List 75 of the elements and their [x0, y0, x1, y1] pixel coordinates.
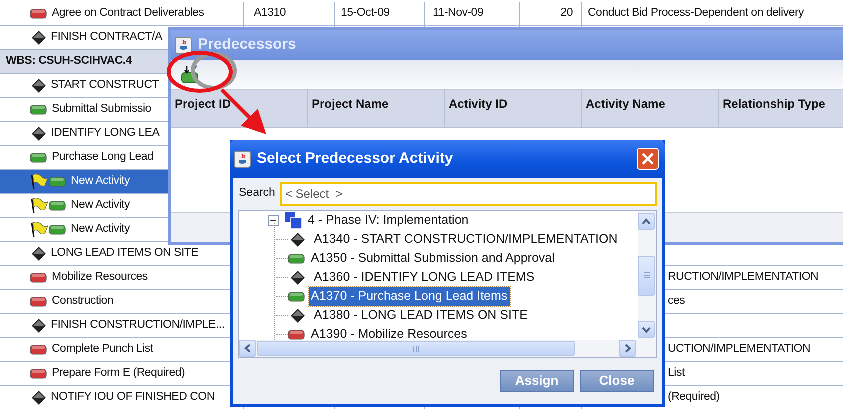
table-cell-text: 15-Oct-09 — [341, 6, 390, 21]
table-cell-text: 20 — [560, 6, 573, 21]
chevron-right-icon — [622, 343, 632, 354]
column-header[interactable]: Relationship Type — [719, 90, 843, 127]
grip-icon — [412, 344, 420, 354]
arrow — [220, 88, 266, 134]
scroll-down-button[interactable] — [638, 321, 655, 338]
milestone-diamond-icon — [291, 308, 305, 322]
milestone-diamond-icon — [32, 126, 46, 140]
column-header[interactable]: Activity Name — [582, 90, 719, 127]
scroll-left-button[interactable] — [239, 340, 256, 357]
search-label: Search — [239, 186, 276, 202]
highlight-ellipse — [167, 51, 237, 93]
window-title: Select Predecessor Activity — [257, 148, 454, 169]
search-field[interactable]: < Select > — [280, 182, 657, 206]
activity-name[interactable]: LONG LEAD ITEMS ON SITE — [51, 244, 199, 262]
table-cell-text: A1310 — [254, 6, 286, 21]
milestone-diamond-icon — [291, 232, 305, 246]
activity-name[interactable]: Prepare Form E (Required) — [52, 364, 186, 382]
table-cell-text: ces — [668, 294, 686, 309]
table-cell-text: (Required) — [668, 390, 720, 405]
table-cell-text: List — [668, 366, 685, 381]
activity-name[interactable]: START CONSTRUCT — [51, 76, 160, 94]
activity-name[interactable]: Complete Punch List — [52, 340, 154, 358]
app-icon — [175, 36, 192, 54]
chevron-down-icon — [641, 324, 652, 334]
column-header[interactable]: Project Name — [308, 90, 445, 127]
tree-node[interactable]: A1390 - Mobilize Resources — [309, 325, 470, 340]
activity-name[interactable]: Submittal Submissio — [52, 100, 152, 118]
scroll-up-button[interactable] — [638, 213, 655, 230]
tree-node[interactable]: A1340 - START CONSTRUCTION/IMPLEMENTATION — [312, 230, 620, 249]
close-button[interactable] — [637, 148, 659, 170]
activity-name[interactable]: NOTIFY IOU OF FINISHED CON — [51, 388, 215, 406]
app-icon — [234, 150, 251, 168]
scroll-right-button[interactable] — [619, 340, 636, 357]
milestone-diamond-icon — [32, 390, 46, 404]
table-cell-text: 11-Nov-09 — [433, 6, 484, 21]
chevron-up-icon — [641, 216, 652, 226]
milestone-diamond-icon — [32, 30, 46, 44]
tree-node[interactable]: A1350 - Submittal Submission and Approval — [309, 249, 557, 268]
table-cell-text: RUCTION/IMPLEMENTATION — [668, 270, 819, 285]
wbs-heading: WBS: CSUH-SCIHVAC.4 — [6, 54, 132, 69]
milestone-diamond-icon — [32, 318, 46, 332]
activity-name[interactable]: New Activity — [71, 172, 130, 190]
column-header[interactable]: Activity ID — [445, 90, 582, 127]
scroll-thumb[interactable] — [638, 256, 655, 296]
milestone-diamond-icon — [291, 270, 305, 284]
table-cell-text: Conduct Bid Process-Dependent on delivery — [588, 6, 804, 21]
tree-node[interactable]: A1370 - Purchase Long Lead Items — [309, 287, 510, 306]
activity-name[interactable]: FINISH CONTRACT/A — [51, 28, 162, 46]
milestone-diamond-icon — [32, 78, 46, 92]
activity-name[interactable]: New Activity — [71, 196, 130, 214]
window-title: Predecessors — [198, 34, 296, 55]
activity-name[interactable]: Mobilize Resources — [52, 268, 148, 286]
activity-name[interactable]: IDENTIFY LONG LEA — [51, 124, 160, 142]
activity-name[interactable]: Purchase Long Lead — [52, 148, 154, 166]
table-cell-text: UCTION/IMPLEMENTATION — [668, 342, 811, 357]
add-icon — [181, 65, 199, 84]
close-icon — [641, 152, 655, 166]
scroll-thumb[interactable] — [257, 341, 575, 356]
activity-name[interactable]: Construction — [52, 292, 114, 310]
tree-node[interactable]: A1380 - LONG LEAD ITEMS ON SITE — [312, 306, 530, 325]
horizontal-scrollbar[interactable] — [239, 340, 656, 357]
activity-name[interactable]: FINISH CONSTRUCTION/IMPLE... — [51, 316, 225, 334]
tree-node[interactable]: 4 - Phase IV: Implementation — [306, 211, 471, 230]
add-predecessor-button[interactable] — [181, 65, 199, 84]
milestone-diamond-icon — [32, 246, 46, 260]
column-header[interactable]: Project ID — [171, 90, 308, 127]
activity-name[interactable]: Agree on Contract Deliverables — [52, 4, 204, 22]
tree-node[interactable]: A1360 - IDENTIFY LONG LEAD ITEMS — [312, 268, 537, 287]
vertical-scrollbar[interactable] — [638, 211, 656, 340]
grip-icon — [642, 271, 652, 280]
collapse-icon[interactable] — [268, 215, 279, 226]
activity-name[interactable]: New Activity — [71, 220, 130, 238]
chevron-left-icon — [242, 343, 252, 354]
